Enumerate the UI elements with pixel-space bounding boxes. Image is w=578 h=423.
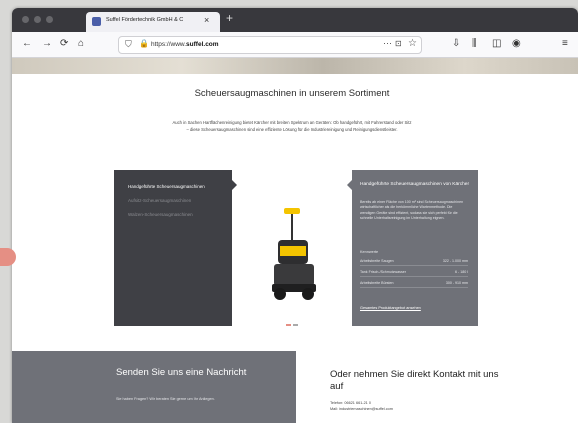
pocket-icon[interactable]: ⊡	[395, 39, 402, 48]
email-address[interactable]: Mail: industriemaschinen@suffel.com	[330, 407, 500, 413]
category-item-handgefuehrt[interactable]: Handgeführte Scheuersaugmaschinen	[128, 184, 205, 189]
contact-text: Sie haben Fragen? Wir beraten Sie gerne …	[116, 397, 215, 401]
product-range-link[interactable]: Gesamtes Produktangebot ansehen	[360, 306, 421, 310]
menu-icon[interactable]: ≡	[562, 38, 568, 50]
favicon-icon	[92, 17, 101, 26]
carousel-dot[interactable]	[293, 324, 298, 326]
spec-key: Arbeitsbreite Bürsten	[360, 281, 394, 285]
product-title: Handgeführte Scheuersaugmaschinen von Kä…	[360, 182, 470, 187]
library-icon[interactable]: ⫼	[472, 38, 477, 50]
product-description: Bereits ab einer Fläche von 100 m² sind …	[360, 200, 464, 221]
specs-label: Kennwerte	[360, 250, 379, 254]
account-icon[interactable]: ◉	[512, 38, 521, 50]
direct-contact-details: Telefon: 06621 661-21 0 Mail: industriem…	[330, 401, 500, 412]
web-page: Scheuersaugmaschinen in unserem Sortimen…	[12, 58, 578, 423]
minimize-window-button[interactable]	[34, 16, 41, 23]
spec-row: Tank Frisch-/Schmutzwasser 6 - 180 l	[360, 269, 468, 277]
category-menu: Handgeführte Scheuersaugmaschinen Aufsit…	[114, 170, 237, 326]
navigation-toolbar: ← → ⟳ ⌂ ⛉ 🔒 https://www.suffel.com ··· ⊡…	[12, 32, 578, 58]
spec-value: 300 - 910 mm	[445, 281, 468, 285]
product-info-panel: Handgeführte Scheuersaugmaschinen von Kä…	[347, 170, 478, 326]
close-tab-icon[interactable]: ×	[204, 15, 209, 25]
section-intro: Auch in Sachen Hartflächenreinigung biet…	[172, 120, 412, 132]
maximize-window-button[interactable]	[46, 16, 53, 23]
address-bar[interactable]: ⛉ 🔒 https://www.suffel.com ··· ⊡ ☆	[118, 36, 422, 54]
download-icon[interactable]: ⇩	[452, 38, 460, 50]
sidebar-icon[interactable]: ◫	[492, 38, 501, 50]
hero-image-strip	[12, 58, 578, 74]
tracking-shield-icon[interactable]: ⛉	[125, 39, 132, 50]
title-bar: Suffel Fördertechnik GmbH & C × +	[12, 8, 578, 32]
lock-icon[interactable]: 🔒	[139, 39, 149, 48]
home-icon[interactable]: ⌂	[78, 38, 84, 50]
spec-key: Tank Frisch-/Schmutzwasser	[360, 270, 406, 274]
spec-value: 6 - 180 l	[455, 270, 468, 274]
active-pointer	[232, 180, 237, 190]
section-heading: Scheuersaugmaschinen in unserem Sortimen…	[194, 88, 390, 99]
category-item-aufsitz[interactable]: Aufsitz-Scheuersaugmaschinen	[128, 198, 191, 203]
spec-row: Arbeitsbreite Bürsten 300 - 910 mm	[360, 280, 468, 288]
page-actions-icon[interactable]: ···	[383, 38, 392, 48]
back-icon[interactable]: ←	[22, 38, 32, 50]
scrubber-machine-image	[272, 208, 316, 300]
contact-form-teaser: Senden Sie uns eine Nachricht Sie haben …	[12, 351, 296, 423]
spec-value: 322 - 1.000 mm	[442, 259, 468, 263]
spec-key: Arbeitsbreite Saugen	[360, 259, 394, 263]
browser-tab[interactable]: Suffel Fördertechnik GmbH & C ×	[86, 12, 220, 32]
panel-pointer	[347, 180, 352, 190]
url-text[interactable]: https://www.suffel.com	[151, 41, 219, 48]
category-item-walzen[interactable]: Walzen-Scheuersaugmaschinen	[128, 212, 193, 217]
close-window-button[interactable]	[22, 16, 29, 23]
spec-row: Arbeitsbreite Saugen 322 - 1.000 mm	[360, 258, 468, 266]
contact-title: Senden Sie uns eine Nachricht	[116, 367, 247, 378]
bookmark-star-icon[interactable]: ☆	[408, 38, 417, 49]
carousel-dot-active[interactable]	[286, 324, 291, 326]
browser-window: Suffel Fördertechnik GmbH & C × + ← → ⟳ …	[12, 8, 578, 423]
reload-icon[interactable]: ⟳	[60, 38, 68, 50]
forward-icon[interactable]: →	[42, 38, 52, 50]
direct-contact-title: Oder nehmen Sie direkt Kontakt mit uns a…	[330, 369, 499, 392]
new-tab-button[interactable]: +	[226, 11, 233, 25]
tab-title: Suffel Fördertechnik GmbH & C	[106, 17, 184, 23]
